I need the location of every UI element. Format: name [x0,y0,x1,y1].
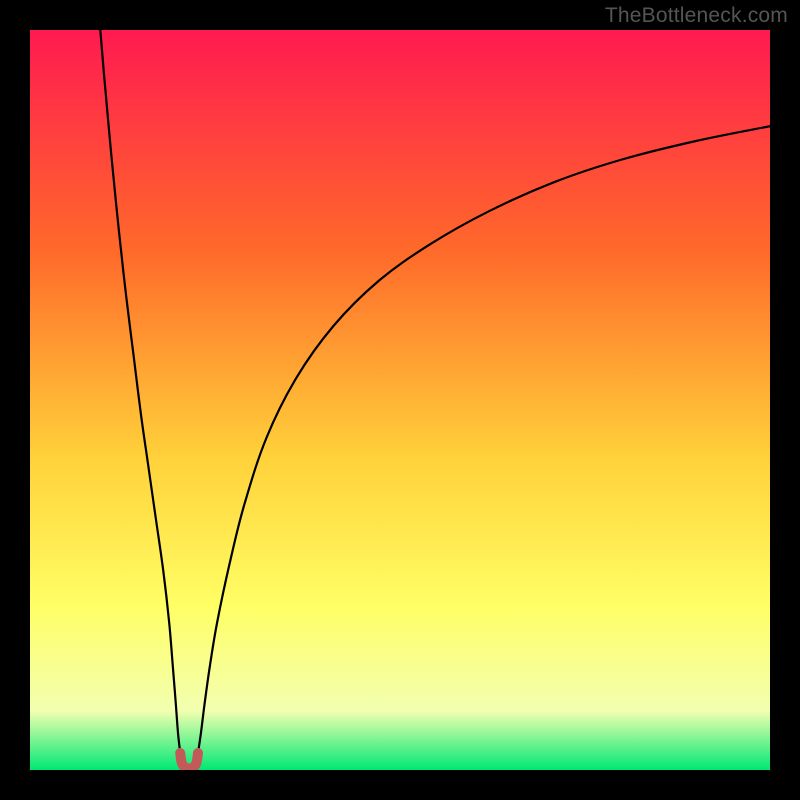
chart-svg [30,30,770,770]
plot-area [30,30,770,770]
watermark-label: TheBottleneck.com [605,4,788,28]
chart-frame: TheBottleneck.com [0,0,800,800]
gradient-background [30,30,770,770]
